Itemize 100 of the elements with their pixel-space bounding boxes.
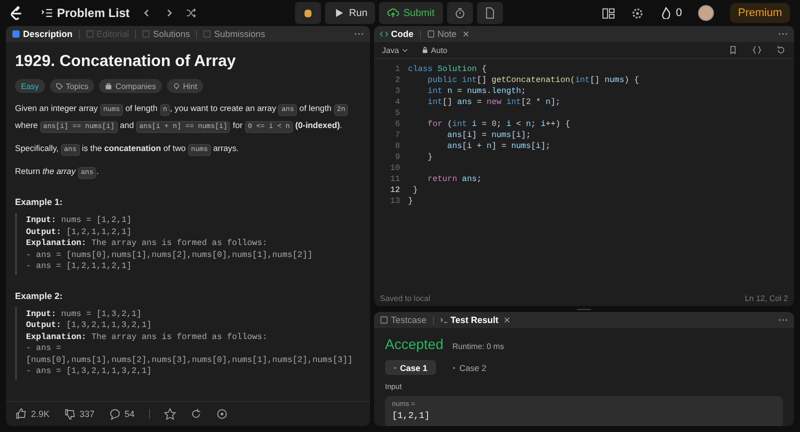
like-button[interactable]: 2.9K <box>15 408 50 420</box>
thumbs-down-icon <box>64 408 76 420</box>
example-text: [1,2,1,1,2,1] <box>66 226 132 238</box>
example-label: Explanation: <box>26 332 86 343</box>
code-line: return ans; <box>426 175 482 184</box>
logo-icon[interactable] <box>10 6 23 20</box>
more-icon[interactable] <box>354 32 364 36</box>
list-icon <box>41 7 53 19</box>
companies-button[interactable]: Companies <box>99 79 162 93</box>
line-number: 11 <box>389 175 401 184</box>
tab-icon <box>86 30 94 38</box>
more-icon[interactable] <box>778 32 788 36</box>
example-label: Output: <box>26 226 62 238</box>
line-number: 1 <box>394 65 401 74</box>
premium-button[interactable]: Premium <box>730 3 790 23</box>
example-label: Input: <box>26 308 56 320</box>
bookmark-icon[interactable] <box>728 45 738 55</box>
tab-icon <box>203 30 212 38</box>
streak-counter[interactable]: 0 <box>660 7 682 19</box>
tab-icon <box>440 316 448 324</box>
code-line: public int[] getConcatenation(int[] nums) { <box>426 76 639 85</box>
code-line: ans[i + n] = nums[i]; <box>446 142 551 151</box>
example-text: The array ans is formed as follows: <box>91 238 268 250</box>
submit-button[interactable]: Submit <box>379 2 443 24</box>
cursor-position: Ln 12, Col 2 <box>744 294 788 302</box>
tab-icon <box>380 316 388 324</box>
play-icon <box>333 7 346 19</box>
panel-tab[interactable]: Test Result <box>440 315 510 325</box>
case-tab[interactable]: Case 2 <box>444 360 496 375</box>
tag-icon <box>56 82 63 90</box>
save-status: Saved to local <box>380 294 430 302</box>
example-text: [nums[0],nums[1],nums[2],nums[3],nums[0],nums[1],nums[2],nums[3]] <box>26 354 353 366</box>
share-icon[interactable] <box>190 408 202 420</box>
line-number: 2 <box>394 76 401 85</box>
bug-icon <box>302 7 314 19</box>
auto-mode-button[interactable]: Auto <box>422 46 448 54</box>
example-heading: Example 1: <box>15 197 64 207</box>
panel-tab[interactable]: Solutions <box>142 29 190 39</box>
panel-tab[interactable]: Testcase <box>380 315 427 325</box>
close-icon[interactable] <box>504 317 510 323</box>
topics-button[interactable]: Topics <box>50 79 94 93</box>
code-line: class Solution { <box>408 65 487 74</box>
hint-button[interactable]: Hint <box>166 79 204 93</box>
difficulty-tag[interactable]: Easy <box>15 79 45 93</box>
example-label: Output: <box>26 320 62 332</box>
run-button[interactable]: Run <box>325 2 376 24</box>
line-number: 4 <box>394 98 401 107</box>
example-text: [1,3,2,1,1,3,2,1] <box>66 320 152 332</box>
line-number: 7 <box>394 131 401 140</box>
code-line: ans[i] = nums[i]; <box>446 131 531 140</box>
lock-icon <box>422 47 428 53</box>
example-text: - ans = <box>26 343 62 354</box>
thumbs-up-icon <box>15 408 27 420</box>
tab-icon <box>142 30 150 38</box>
close-icon[interactable] <box>462 31 469 37</box>
chevron-down-icon <box>402 47 408 53</box>
reset-icon[interactable] <box>776 45 786 55</box>
runtime-text: Runtime: 0 ms <box>452 342 504 351</box>
code-line: } <box>408 197 413 206</box>
panel-tab[interactable]: Description <box>12 29 73 39</box>
lightbulb-icon <box>172 82 180 90</box>
verdict-text: Accepted <box>385 336 444 352</box>
debug-button[interactable] <box>295 2 322 24</box>
code-line: int[] ans = new int[2 * n]; <box>426 98 560 107</box>
tab-icon <box>380 30 388 38</box>
line-number: 3 <box>394 87 401 96</box>
example-text: nums = [1,3,2,1] <box>61 308 142 320</box>
briefcase-icon <box>105 82 112 90</box>
dislike-button[interactable]: 337 <box>64 408 95 420</box>
example-text: nums = [1,2,1] <box>61 215 132 226</box>
code-line: } <box>426 153 433 162</box>
code-line: for (int i = 0; i < n; i++) { <box>426 120 570 129</box>
braces-icon[interactable] <box>752 45 762 55</box>
timer-button[interactable] <box>446 2 473 24</box>
panel-tab[interactable]: Note <box>426 29 469 39</box>
line-number: 10 <box>389 164 401 173</box>
example-text: - ans = [1,2,1,1,2,1] <box>26 261 132 272</box>
case-tab[interactable]: Case 1 <box>385 360 436 375</box>
panel-tab[interactable]: Code <box>380 29 414 39</box>
cloud-upload-icon <box>387 7 400 19</box>
star-icon[interactable] <box>164 408 176 420</box>
problem-list-button[interactable]: Problem List <box>41 6 130 20</box>
notes-button[interactable] <box>476 2 503 24</box>
help-icon[interactable] <box>216 408 228 420</box>
comments-button[interactable]: 54 <box>108 408 135 420</box>
variable-value: [1,2,1] <box>392 411 431 421</box>
language-dropdown[interactable]: Java <box>382 46 408 54</box>
document-icon <box>484 7 496 19</box>
code-line: int n = nums.length; <box>426 87 526 96</box>
layout-icon[interactable] <box>602 6 615 20</box>
panel-tab[interactable]: Submissions <box>203 29 266 39</box>
avatar[interactable] <box>698 5 714 21</box>
settings-icon[interactable] <box>630 6 644 20</box>
line-number: 6 <box>394 120 401 129</box>
line-number: 13 <box>389 197 401 206</box>
example-label: Input: <box>26 215 56 226</box>
timer-icon <box>454 7 466 19</box>
shuffle-icon[interactable] <box>186 8 196 18</box>
more-icon[interactable] <box>778 318 788 322</box>
line-number: 5 <box>394 109 401 118</box>
